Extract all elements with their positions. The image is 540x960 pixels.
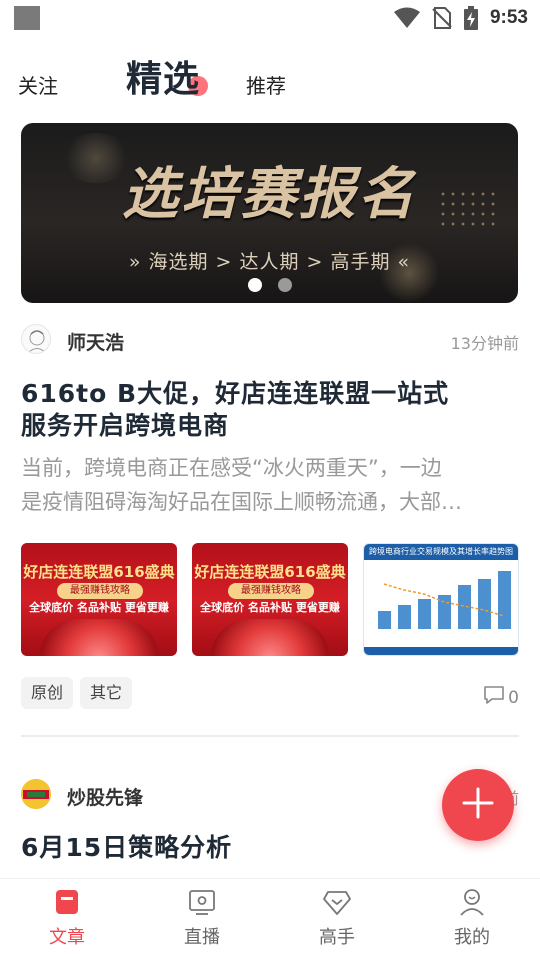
article-tag[interactable]: 其它 [80, 677, 133, 709]
bottom-navigation: 文章 直播 高手 我的 [0, 878, 540, 960]
nav-item-live[interactable]: 直播 [162, 887, 242, 949]
live-tv-icon [187, 887, 217, 917]
article-title[interactable]: 616to B大促，好店连连联盟一站式 服务开启跨境电商 [21, 378, 519, 442]
thumbnail-pill: 最强赚钱攻略 [228, 583, 314, 599]
article-title-line: 616to B大促，好店连连联盟一站式 [21, 379, 450, 408]
article-title[interactable]: 6月15日策略分析 [21, 832, 519, 864]
comment-button[interactable]: 0 [483, 685, 519, 710]
nav-item-profile[interactable]: 我的 [432, 887, 512, 949]
thumbnail-stage-graphic [210, 619, 330, 656]
post-time: 13分钟前 [450, 334, 519, 353]
thumbnail-image[interactable]: 好店连连联盟616盛典 最强赚钱攻略 全球底价 名品补贴 更省更赚 [192, 543, 348, 656]
comment-count: 0 [508, 687, 519, 708]
nav-item-experts[interactable]: 高手 [297, 887, 377, 949]
comment-icon [483, 685, 505, 710]
notification-icon [14, 6, 40, 30]
banner-title: 选培赛报名 [122, 161, 417, 227]
thumbnail-headline: 好店连连联盟616盛典 [194, 563, 346, 581]
banner-subtitle: » 海选期 > 达人期 > 高手期 « [21, 247, 518, 274]
banner-left-marker: » [128, 251, 142, 273]
plus-icon [461, 786, 495, 824]
avatar[interactable] [21, 779, 51, 809]
nav-label: 我的 [454, 927, 490, 948]
no-sim-icon [432, 6, 452, 30]
tab-featured[interactable]: 精选 [126, 50, 200, 102]
status-bar: 9:53 [0, 0, 540, 36]
banner-stages: 海选期 > 达人期 > 高手期 [148, 251, 391, 273]
thumbnail-stage-graphic [39, 619, 159, 656]
top-tab-bar: 关注 精选 推荐 [0, 44, 540, 114]
nav-label: 直播 [184, 927, 220, 948]
carousel-dot-active[interactable] [247, 278, 262, 292]
banner-right-marker: « [397, 251, 411, 273]
article-author-row[interactable]: 师天浩 13分钟前 [21, 324, 519, 356]
article-tag[interactable]: 原创 [21, 677, 74, 709]
article-title-line: 服务开启跨境电商 [21, 411, 230, 440]
thumbnail-headline: 好店连连联盟616盛典 [23, 563, 175, 581]
create-post-button[interactable] [442, 769, 514, 841]
battery-charging-icon [463, 6, 478, 30]
thumbnail-chart-image[interactable]: 跨境电商行业交易规模及其增长率趋势图 [363, 543, 519, 656]
profile-icon [457, 887, 487, 917]
thumbnail-tags: 全球底价 名品补贴 更省更赚 [200, 601, 340, 614]
thumbnail-chart-trendline [383, 583, 505, 617]
avatar[interactable] [21, 324, 51, 354]
article-summary-line: 是疫情阻碍海淘好品在国际上顺畅流通，大部… [21, 490, 462, 514]
carousel-dot[interactable] [277, 278, 292, 292]
author-name[interactable]: 师天浩 [67, 328, 124, 355]
nav-item-article[interactable]: 文章 [27, 887, 107, 949]
thumbnail-image[interactable]: 好店连连联盟616盛典 最强赚钱攻略 全球底价 名品补贴 更省更赚 [21, 543, 177, 656]
article-thumbnails: 好店连连联盟616盛典 最强赚钱攻略 全球底价 名品补贴 更省更赚 好店连连联盟… [21, 543, 519, 656]
tab-recommend[interactable]: 推荐 [246, 70, 286, 99]
promo-banner[interactable]: 选培赛报名 » 海选期 > 达人期 > 高手期 « [21, 123, 518, 303]
tab-follow[interactable]: 关注 [18, 70, 58, 99]
thumbnail-tags: 全球底价 名品补贴 更省更赚 [29, 601, 169, 614]
thumbnail-pill: 最强赚钱攻略 [57, 583, 143, 599]
article-icon [52, 887, 82, 917]
thumbnail-chart-footer [364, 647, 518, 655]
wifi-icon [393, 7, 420, 29]
article-summary[interactable]: 当前，跨境电商正在感受“冰火两重天”，一边 是疫情阻碍海淘好品在国际上顺畅流通，… [21, 451, 521, 519]
nav-label: 高手 [319, 927, 355, 948]
article-summary-line: 当前，跨境电商正在感受“冰火两重天”，一边 [21, 456, 442, 480]
author-name[interactable]: 炒股先锋 [67, 783, 143, 810]
clock: 9:53 [489, 7, 528, 28]
carousel-indicator [21, 278, 518, 292]
nav-label: 文章 [49, 927, 85, 948]
diamond-icon [322, 887, 352, 917]
article-divider [21, 735, 519, 737]
